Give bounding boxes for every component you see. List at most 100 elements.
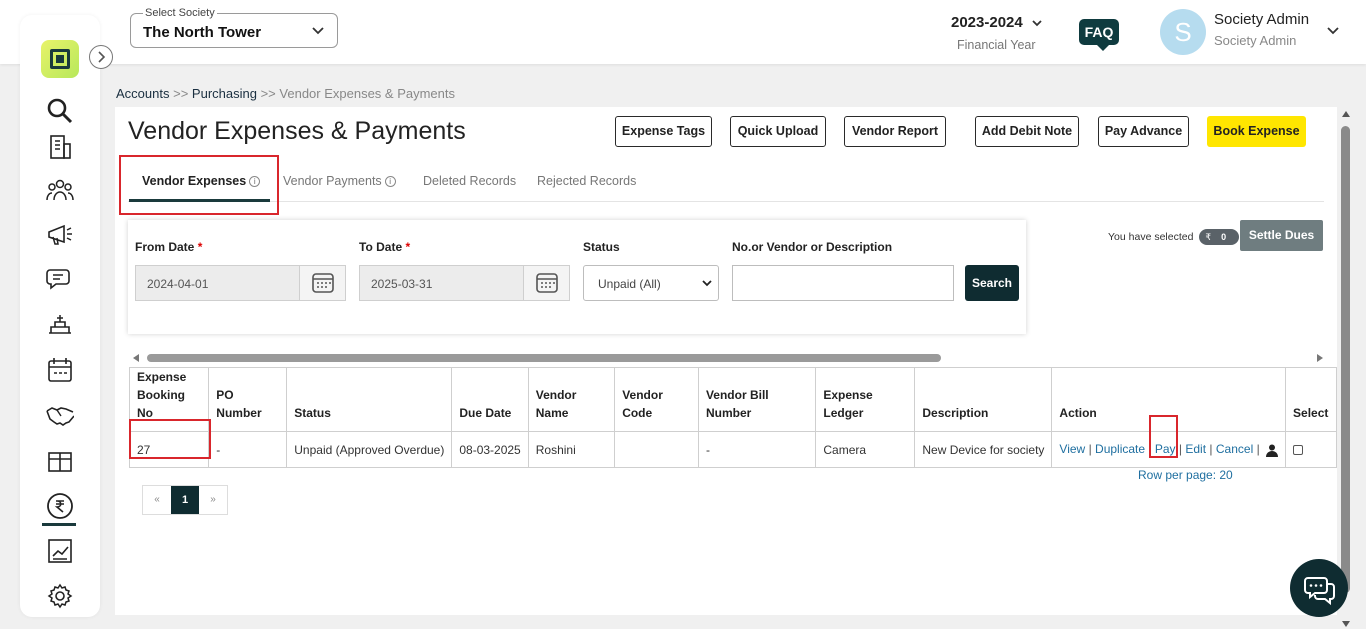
page-number-button[interactable]: 1 [171,486,199,514]
tab-rejected-records[interactable]: Rejected Records [537,174,636,188]
from-date-label: From Date * [135,240,203,254]
vertical-scrollbar[interactable] [1340,107,1352,627]
highlight-box [1149,415,1178,458]
chevron-down-icon [312,27,324,35]
search-button[interactable]: Search [965,265,1019,301]
tab-deleted-records[interactable]: Deleted Records [423,174,516,188]
scrollbar-thumb[interactable] [147,354,941,362]
status-label: Status [583,240,620,254]
avatar[interactable]: S [1160,9,1206,55]
to-date-field[interactable]: 2025-03-31 [359,265,570,301]
settle-dues-button[interactable]: Settle Dues [1240,220,1323,251]
breadcrumb-accounts[interactable]: Accounts [116,86,169,101]
duplicate-link[interactable]: Duplicate [1095,442,1145,456]
vendor-bill-number-cell: - [697,431,817,468]
user-name: Society Admin [1214,11,1310,28]
financial-year-value: 2023-2024 [951,14,1023,31]
column-header[interactable]: Description [914,367,1053,432]
horizontal-scrollbar[interactable] [130,351,1326,365]
po-number-cell: - [208,431,288,468]
financial-year-selector[interactable]: 2023-2024 Financial Year [944,14,1054,52]
chevron-right-icon [98,51,106,63]
scroll-up-arrow[interactable] [1342,111,1350,117]
scroll-left-arrow[interactable] [133,354,139,362]
announcement-icon[interactable] [46,221,74,249]
status-cell: Unpaid (Approved Overdue) [286,431,453,468]
faq-button[interactable]: FAQ [1079,19,1119,51]
prev-page-button[interactable]: « [143,486,171,514]
status-select[interactable]: Unpaid (All) [583,265,719,301]
pagination: « 1 » [142,485,228,515]
column-header[interactable]: Due Date [451,367,529,432]
expense-tags-button[interactable]: Expense Tags [615,116,712,147]
edit-link[interactable]: Edit [1185,442,1206,456]
sidebar-collapse-button[interactable] [89,45,113,69]
search-label: No.or Vendor or Description [732,240,893,254]
society-select-value: The North Tower [143,24,262,41]
column-header[interactable]: Vendor Code [614,367,699,432]
scroll-right-arrow[interactable] [1317,354,1323,362]
info-icon: i [384,176,396,188]
next-page-button[interactable]: » [199,486,227,514]
facility-icon[interactable] [46,311,74,339]
chevron-down-icon[interactable] [1326,24,1340,38]
book-expense-button[interactable]: Book Expense [1207,116,1306,147]
column-header[interactable]: Status [286,367,453,432]
user-icon[interactable] [1266,444,1279,457]
members-icon[interactable] [46,176,74,204]
search-input[interactable] [732,265,954,301]
highlight-box [119,155,279,215]
breadcrumb-purchasing[interactable]: Purchasing [192,86,257,101]
active-nav-indicator [42,523,76,526]
quick-upload-button[interactable]: Quick Upload [730,116,826,147]
handshake-icon[interactable] [46,401,74,429]
chat-support-button[interactable] [1290,559,1348,617]
society-select[interactable]: Select Society The North Tower [130,7,338,48]
rupee-icon[interactable] [46,492,74,520]
column-header[interactable]: PO Number [208,367,288,432]
calendar-icon [312,273,334,293]
status-select-value: Unpaid (All) [598,277,661,291]
calendar-button[interactable] [299,266,345,300]
scrollbar-thumb[interactable] [1341,126,1350,593]
from-date-field[interactable]: 2024-04-01 [135,265,346,301]
rows-per-page[interactable]: Row per page: 20 [1138,468,1233,482]
calendar-icon[interactable] [46,356,74,384]
filter-card: From Date * 2024-04-01 To Date * 2025-03… [128,220,1026,334]
to-date-value: 2025-03-31 [371,277,433,291]
column-header: Select [1285,367,1337,432]
add-debit-note-button[interactable]: Add Debit Note [975,116,1079,147]
top-bar: Select Society The North Tower 2023-2024… [0,0,1366,64]
column-header[interactable]: Vendor Bill Number [697,367,817,432]
due-date-cell: 08-03-2025 [451,431,529,468]
sidebar [20,15,100,617]
calendar-icon [536,273,558,293]
selected-text: You have selected [1108,230,1194,243]
from-date-value: 2024-04-01 [147,277,209,291]
expense-ledger-cell: Camera [815,431,916,468]
chat-icon[interactable] [46,265,74,293]
building-icon[interactable] [46,133,74,161]
parcel-icon[interactable] [46,447,74,475]
row-select-checkbox[interactable] [1293,445,1304,456]
settings-icon[interactable] [46,581,74,609]
calendar-button[interactable] [523,266,569,300]
page-title: Vendor Expenses & Payments [128,117,466,145]
app-logo[interactable] [41,40,79,78]
search-icon[interactable] [46,97,74,125]
financial-year-label: Financial Year [957,38,1036,52]
tab-vendor-payments[interactable]: Vendor Payments i [283,174,396,188]
cancel-link[interactable]: Cancel [1216,442,1253,456]
view-link[interactable]: View [1059,442,1085,456]
vendor-report-button[interactable]: Vendor Report [844,116,946,147]
pay-advance-button[interactable]: Pay Advance [1098,116,1189,147]
tab-bar: Vendor Expenses i Vendor Payments i Delete… [128,162,1324,202]
report-chart-icon[interactable] [46,537,74,565]
column-header[interactable]: Expense Ledger [815,367,916,432]
select-cell [1285,431,1337,468]
vendor-name-cell: Roshini [527,431,616,468]
scroll-down-arrow[interactable] [1342,621,1350,627]
action-separator: | [1256,442,1260,457]
column-header[interactable]: Vendor Name [527,367,616,432]
vendor-code-cell [614,431,699,468]
